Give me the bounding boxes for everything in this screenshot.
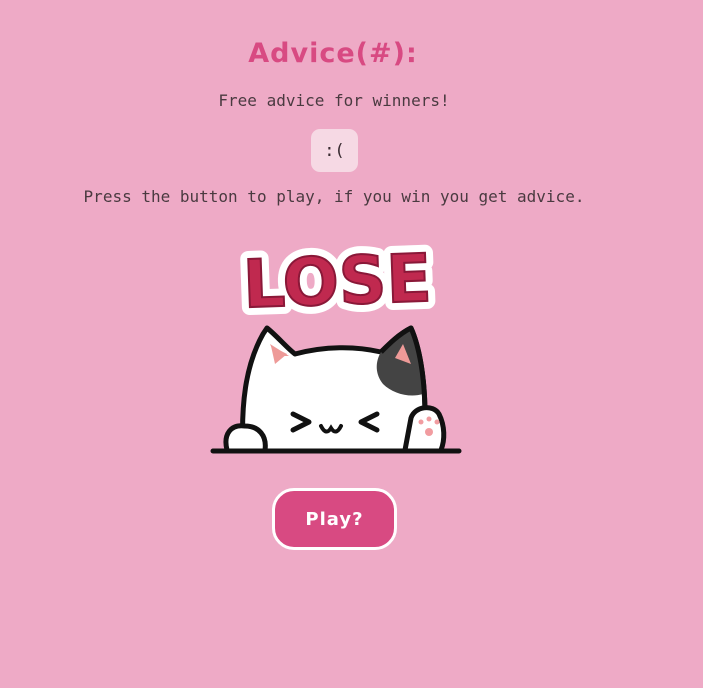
cat-icon bbox=[210, 325, 462, 454]
instructions-text: Press the button to play, if you win you… bbox=[83, 187, 585, 206]
lose-banner: LOSE LOSE bbox=[234, 236, 441, 331]
result-indicator: :( bbox=[311, 129, 358, 172]
page-title: Advice(#): bbox=[248, 38, 418, 69]
lose-banner-text: LOSE bbox=[242, 240, 433, 324]
page-subtitle: Free advice for winners! bbox=[218, 91, 450, 110]
result-face: :( bbox=[324, 140, 345, 161]
lose-cat-illustration: LOSE LOSE bbox=[210, 236, 462, 454]
play-button[interactable]: Play? bbox=[272, 488, 397, 550]
